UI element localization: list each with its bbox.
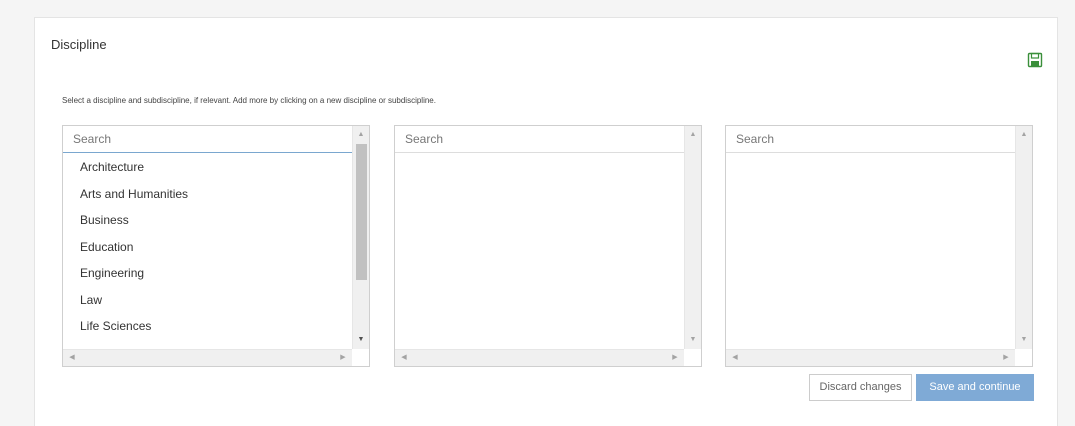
third-search-wrapper — [726, 126, 1015, 153]
list-item[interactable]: Arts and Humanities — [63, 181, 352, 208]
subdiscipline-search-input[interactable] — [395, 126, 684, 152]
horizontal-scrollbar[interactable]: ◀ ▶ — [395, 349, 684, 366]
third-search-input[interactable] — [726, 126, 1015, 152]
chevron-down-icon[interactable]: ▼ — [1016, 333, 1032, 347]
list-item[interactable]: Engineering — [63, 260, 352, 287]
list-item[interactable]: Architecture — [63, 154, 352, 181]
chevron-down-icon[interactable]: ▼ — [353, 333, 369, 347]
vertical-scrollbar[interactable]: ▲ ▼ — [1015, 126, 1032, 349]
scrollbar-corner — [1015, 349, 1032, 366]
save-icon[interactable] — [1027, 52, 1043, 68]
discipline-listbox: Architecture Arts and Humanities Busines… — [62, 125, 370, 367]
chevron-up-icon[interactable]: ▲ — [1016, 128, 1032, 142]
horizontal-scrollbar[interactable]: ◀ ▶ — [63, 349, 352, 366]
horizontal-scrollbar[interactable]: ◀ ▶ — [726, 349, 1015, 366]
list-item[interactable]: Business — [63, 207, 352, 234]
chevron-left-icon[interactable]: ◀ — [397, 350, 411, 366]
list-item[interactable]: Law — [63, 287, 352, 314]
discard-changes-button[interactable]: Discard changes — [809, 374, 912, 401]
subdiscipline-search-wrapper — [395, 126, 684, 153]
chevron-up-icon[interactable]: ▲ — [353, 128, 369, 142]
discipline-list: Architecture Arts and Humanities Busines… — [63, 154, 352, 340]
discipline-card: Discipline Select a discipline and subdi… — [34, 17, 1058, 426]
chevron-right-icon[interactable]: ▶ — [999, 350, 1013, 366]
chevron-up-icon[interactable]: ▲ — [685, 128, 701, 142]
section-title: Discipline — [51, 37, 107, 52]
instructions-text: Select a discipline and subdiscipline, i… — [62, 96, 436, 105]
chevron-right-icon[interactable]: ▶ — [336, 350, 350, 366]
discipline-search-input[interactable] — [63, 126, 352, 152]
third-listbox: ▲ ▼ ◀ ▶ — [725, 125, 1033, 367]
list-item[interactable]: Life Sciences — [63, 313, 352, 340]
vertical-scrollbar[interactable]: ▲ ▼ — [684, 126, 701, 349]
save-and-continue-button[interactable]: Save and continue — [916, 374, 1034, 401]
scrollbar-thumb[interactable] — [356, 144, 367, 280]
chevron-down-icon[interactable]: ▼ — [685, 333, 701, 347]
scrollbar-corner — [352, 349, 369, 366]
vertical-scrollbar[interactable]: ▲ ▼ — [352, 126, 369, 349]
subdiscipline-listbox: ▲ ▼ ◀ ▶ — [394, 125, 702, 367]
list-item[interactable]: Education — [63, 234, 352, 261]
chevron-left-icon[interactable]: ◀ — [728, 350, 742, 366]
chevron-left-icon[interactable]: ◀ — [65, 350, 79, 366]
chevron-right-icon[interactable]: ▶ — [668, 350, 682, 366]
discipline-search-wrapper — [63, 126, 352, 153]
scrollbar-corner — [684, 349, 701, 366]
